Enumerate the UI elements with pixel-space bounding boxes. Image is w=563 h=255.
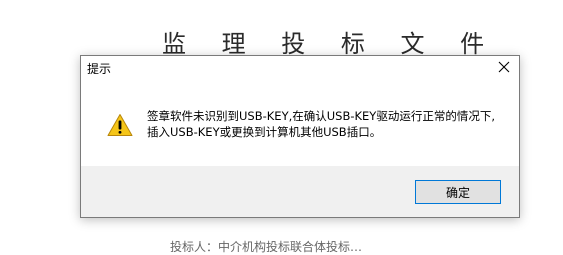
background-document-text: 投标人：中介机构投标联合体投标… <box>170 240 363 254</box>
ok-button[interactable]: 确定 <box>415 180 501 204</box>
close-button[interactable] <box>489 56 519 78</box>
message-line-1: 签章软件未识别到USB-KEY,在确认USB-KEY驱动运行正常的情况下, <box>147 109 495 123</box>
dialog-title: 提示 <box>87 62 112 76</box>
dialog-footer: 确定 <box>81 166 519 217</box>
dialog-message: 签章软件未识别到USB-KEY,在确认USB-KEY驱动运行正常的情况下, 插入… <box>147 108 495 140</box>
close-icon <box>498 61 510 73</box>
message-dialog: 提示 签章软件未识别到USB-KEY,在确认USB-KEY驱动运行正常的情况下,… <box>80 55 520 218</box>
background-document-title: 监 理 投 标 文 件 <box>162 30 499 58</box>
dialog-titlebar[interactable]: 提示 <box>81 56 519 78</box>
dialog-content: 签章软件未识别到USB-KEY,在确认USB-KEY驱动运行正常的情况下, 插入… <box>81 78 519 166</box>
warning-icon <box>107 114 133 136</box>
message-line-2: 插入USB-KEY或更换到计算机其他USB插口。 <box>147 125 382 139</box>
